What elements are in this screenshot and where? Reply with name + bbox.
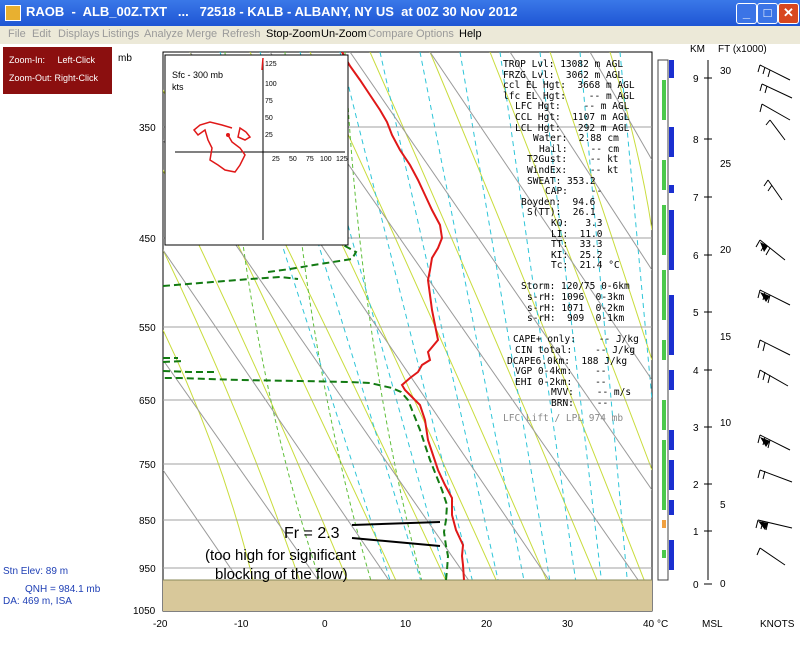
- pressure-tick: 950: [139, 564, 156, 575]
- minimize-button[interactable]: _: [736, 3, 757, 24]
- temp-tick: 30: [562, 619, 574, 630]
- indices-panel: TROP Lvl: 13082 m AGL FRZG Lvl: 3062 m A…: [503, 59, 639, 424]
- km-tick: 6: [693, 251, 699, 262]
- pressure-tick: 850: [139, 516, 156, 527]
- menu-refresh[interactable]: Refresh: [222, 28, 261, 40]
- hodo-tick: 25: [265, 132, 273, 139]
- annotation-line-1: (too high for significant: [205, 547, 356, 564]
- station-elevation: Stn Elev: 89 m: [3, 566, 69, 577]
- froude-number-label: Fr = 2.3: [284, 525, 340, 542]
- ft-axis-label: FT (x1000): [718, 44, 767, 55]
- skewt-plot-area[interactable]: mb 350 450 550 650 750 850 950 1050 -20 …: [0, 44, 800, 660]
- km-tick: 2: [693, 480, 699, 491]
- index-row: s-rH: 909 0-1km: [527, 313, 625, 325]
- km-tick: 7: [693, 193, 699, 204]
- hodo-xtick: 75: [306, 156, 314, 163]
- zoom-in-hint: Zoom-In: Left-Click: [9, 55, 96, 65]
- station-qnh: QNH = 984.1 mb: [25, 584, 101, 595]
- temperature-tick-labels: -20 -10 0 10 20 30 40 °C: [153, 619, 668, 630]
- temp-tick: 0: [322, 619, 328, 630]
- menu-file[interactable]: File: [8, 28, 26, 40]
- menu-merge[interactable]: Merge: [186, 28, 217, 40]
- hodograph-title: Sfc - 300 mb: [172, 70, 223, 80]
- hodo-xtick: 100: [320, 156, 332, 163]
- menu-un-zoom[interactable]: Un-Zoom: [321, 28, 367, 40]
- close-button[interactable]: ✕: [778, 3, 799, 24]
- index-row: Tc: 21.4 °C: [551, 260, 620, 272]
- msl-label: MSL: [702, 619, 723, 630]
- km-tick: 1: [693, 527, 699, 538]
- hodograph-units: kts: [172, 82, 184, 92]
- pressure-tick: 450: [139, 234, 156, 245]
- ft-tick: 25: [720, 159, 732, 170]
- pressure-tick: 550: [139, 323, 156, 334]
- hodo-tick: 75: [265, 98, 273, 105]
- pressure-tick: 350: [139, 123, 156, 134]
- wind-barb-pennants: [758, 242, 770, 530]
- station-density-altitude: DA: 469 m, ISA: [3, 596, 72, 607]
- app-icon: [5, 5, 21, 21]
- menu-stop-zoom[interactable]: Stop-Zoom: [266, 28, 320, 40]
- zoom-out-hint: Zoom-Out: Right-Click: [9, 73, 99, 83]
- menu-edit[interactable]: Edit: [32, 28, 51, 40]
- knots-label: KNOTS: [760, 619, 795, 630]
- hodo-tick: 100: [265, 81, 277, 88]
- pressure-tick: 750: [139, 460, 156, 471]
- lfc-lift-note: LFC Lift / LPL 974 mb: [503, 412, 624, 424]
- menu-listings[interactable]: Listings: [102, 28, 139, 40]
- pressure-unit-label: mb: [118, 53, 132, 64]
- pressure-tick-labels: 350 450 550 650 750 850 950 1050: [133, 123, 156, 617]
- temp-tick: -20: [153, 619, 168, 630]
- menu-displays[interactable]: Displays: [58, 28, 100, 40]
- ft-tick: 10: [720, 418, 732, 429]
- hodo-xtick: 25: [272, 156, 280, 163]
- pressure-tick: 1050: [133, 606, 156, 617]
- maximize-button[interactable]: □: [757, 3, 778, 24]
- ft-tick: 30: [720, 66, 732, 77]
- window-title: RAOB - ALB_00Z.TXT ... 72518 - KALB - AL…: [26, 4, 518, 19]
- menu-help[interactable]: Help: [459, 28, 482, 40]
- temp-tick: 40: [643, 619, 655, 630]
- temp-tick: -10: [234, 619, 249, 630]
- temp-unit-label: °C: [657, 619, 668, 630]
- ft-tick-labels: 30 25 20 15 10 5 0: [720, 66, 732, 590]
- hodograph-storm-marker: [226, 133, 230, 137]
- km-tick: 5: [693, 308, 699, 319]
- temp-tick: 10: [400, 619, 412, 630]
- hodo-xtick: 50: [289, 156, 297, 163]
- hodo-tick: 50: [265, 115, 273, 122]
- hodo-xtick: 125: [336, 156, 348, 163]
- index-row: KO: 3.3: [551, 217, 603, 229]
- ft-tick: 15: [720, 332, 732, 343]
- zoom-help-box: Zoom-In: Left-Click Zoom-Out: Right-Clic…: [3, 47, 112, 94]
- km-axis-label: KM: [690, 44, 705, 55]
- ft-tick: 5: [720, 500, 726, 511]
- below-ground-area: [163, 580, 652, 611]
- annotation-line-2: blocking of the flow): [215, 566, 348, 583]
- ft-tick: 0: [720, 579, 726, 590]
- menu-compare[interactable]: Compare: [368, 28, 413, 40]
- wind-barbs: [755, 64, 793, 566]
- km-tick-labels: 9 8 7 6 5 4 3 2 1 0: [693, 74, 699, 591]
- km-tick: 3: [693, 423, 699, 434]
- km-tick: 4: [693, 366, 699, 377]
- index-row: TROP Lvl: 13082 m AGL: [503, 59, 624, 70]
- km-tick: 0: [693, 580, 699, 591]
- menu-analyze[interactable]: Analyze: [144, 28, 183, 40]
- pressure-tick: 650: [139, 396, 156, 407]
- hodograph-panel: [164, 54, 349, 246]
- hodo-tick: 125: [265, 61, 277, 68]
- temp-tick: 20: [481, 619, 493, 630]
- skewt-diagram: mb 350 450 550 650 750 850 950 1050 -20 …: [118, 44, 795, 630]
- menu-options[interactable]: Options: [416, 28, 454, 40]
- title-bar: RAOB - ALB_00Z.TXT ... 72518 - KALB - AL…: [0, 0, 800, 26]
- ft-tick: 20: [720, 245, 732, 256]
- menu-bar: File Edit Displays Listings Analyze Merg…: [0, 26, 800, 44]
- index-row: CCL Hgt: 1107 m AGL: [515, 111, 630, 123]
- km-tick: 9: [693, 74, 699, 85]
- index-row: BRN: --: [551, 398, 609, 409]
- km-tick: 8: [693, 135, 699, 146]
- index-row: WindEx: -- kt: [527, 164, 619, 176]
